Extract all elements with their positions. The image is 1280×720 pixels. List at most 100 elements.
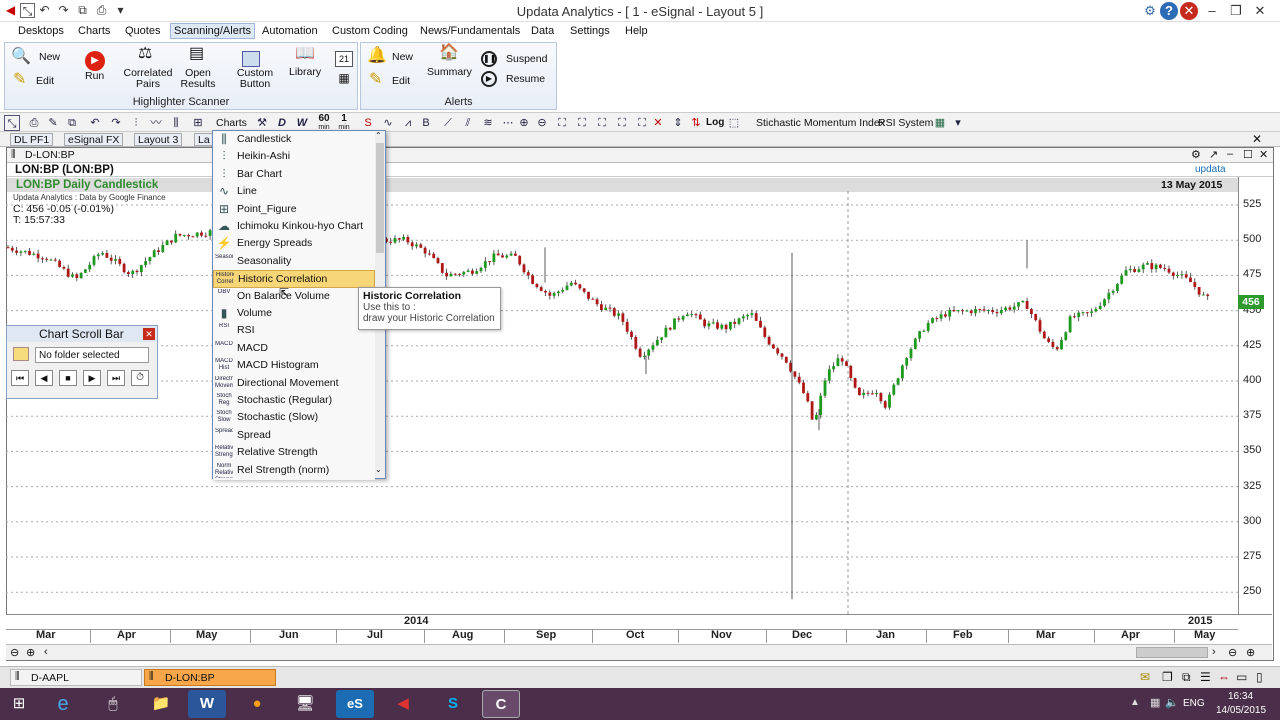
clock-time[interactable]: 16:34: [1228, 691, 1253, 702]
scroll-zoom-out-icon[interactable]: ⊖: [1228, 646, 1237, 659]
internet-explorer-icon[interactable]: e: [44, 690, 82, 718]
cross-icon[interactable]: ✕: [650, 115, 666, 131]
notes-icon[interactable]: ▭: [1236, 670, 1247, 684]
chart-type-item[interactable]: ⊞ Point_Figure: [213, 201, 375, 218]
scale-icon[interactable]: ⇕: [670, 115, 686, 131]
tab-dl-pf1[interactable]: DL PF1: [10, 133, 54, 146]
open-results-button[interactable]: Open Results: [175, 68, 221, 90]
select-tool-icon[interactable]: ⤡: [4, 115, 20, 131]
clock-date[interactable]: 14/05/2015: [1216, 705, 1266, 716]
envelope-icon[interactable]: ✉: [1140, 670, 1150, 684]
chart-type-item[interactable]: MACD MACD: [213, 340, 375, 357]
window-tile-icon[interactable]: ❐: [1162, 670, 1173, 684]
skype-icon[interactable]: S: [434, 690, 472, 718]
zoom-out-icon[interactable]: ⊖: [534, 115, 550, 131]
orange-app-icon[interactable]: ●: [238, 690, 276, 718]
pan-icon[interactable]: ⛶: [634, 115, 650, 131]
dropdown-scroll-up-icon[interactable]: ⌃: [375, 131, 382, 140]
suspend-button[interactable]: Suspend: [506, 54, 547, 65]
chart-type-item[interactable]: ⚡ Energy Spreads: [213, 235, 375, 252]
horizontal-scrollbar-thumb[interactable]: [1136, 647, 1208, 658]
copy-chart-icon[interactable]: ⧉: [64, 115, 80, 131]
chart-type-item[interactable]: Norm Relative Strength Rel Strength (norm…: [213, 462, 375, 479]
minimize-icon[interactable]: –: [1203, 2, 1221, 20]
doc-tab-aapl[interactable]: ⫼ D-AAPL: [10, 669, 142, 686]
close-icon[interactable]: ✕: [1251, 2, 1269, 20]
menu-desktops[interactable]: Desktops: [16, 25, 66, 37]
tabs-close-icon[interactable]: ✕: [1252, 132, 1262, 146]
stop-icon[interactable]: ■: [59, 370, 77, 386]
word-icon[interactable]: W: [188, 690, 226, 718]
chart-type-item[interactable]: Historic CorrelHistoric Correlation: [213, 270, 375, 288]
chart-settings-icon[interactable]: ⚙: [1191, 148, 1201, 161]
chart-type-item[interactable]: RSI RSI: [213, 322, 375, 339]
window-list-icon[interactable]: ☰: [1200, 670, 1211, 684]
chart-share-icon[interactable]: ↗: [1209, 148, 1218, 161]
chart-type-item[interactable]: Stoch Slow Stochastic (Slow): [213, 409, 375, 426]
next-icon[interactable]: ▶: [83, 370, 101, 386]
tray-volume-icon[interactable]: 🔈: [1165, 696, 1179, 709]
summary-button[interactable]: Summary: [427, 67, 472, 78]
correlated-pairs-button[interactable]: Correlated Pairs: [123, 68, 173, 90]
study-s-icon[interactable]: S: [360, 115, 376, 131]
alert-new-button[interactable]: New: [392, 52, 413, 63]
timer-icon[interactable]: ⏱: [131, 370, 149, 386]
esignal-icon[interactable]: eS: [336, 690, 374, 718]
run-button[interactable]: Run: [85, 71, 104, 82]
arrows-icon[interactable]: ⇅: [688, 115, 704, 131]
pointer-icon[interactable]: ⬚: [726, 115, 742, 131]
bar-style-icon[interactable]: ⫶: [128, 115, 144, 131]
toolbar-more-icon[interactable]: ▾: [950, 115, 966, 131]
calendar-icon[interactable]: 21: [335, 51, 353, 67]
chart-type-item[interactable]: ▮ Volume: [213, 305, 375, 322]
dropdown-scroll-down-icon[interactable]: ⌄: [375, 465, 382, 474]
chart-type-item[interactable]: ⫼ Candlestick: [213, 131, 375, 148]
menu-charts[interactable]: Charts: [76, 25, 112, 37]
menu-settings[interactable]: Settings: [568, 25, 612, 37]
menu-quotes[interactable]: Quotes: [123, 25, 162, 37]
rsi-system-button[interactable]: RSI System: [878, 117, 933, 129]
folder-select[interactable]: No folder selected: [35, 347, 149, 363]
alert-edit-button[interactable]: Edit: [392, 76, 410, 87]
navigate-icon[interactable]: ⇔: [1218, 670, 1230, 684]
candle-style-icon[interactable]: ⫼: [168, 115, 184, 131]
trendline-icon[interactable]: ⟋: [440, 115, 456, 131]
print-chart-icon[interactable]: ⎙: [26, 115, 42, 131]
help-icon[interactable]: ?: [1160, 2, 1178, 20]
timeframe-day-icon[interactable]: D: [274, 115, 290, 131]
zoom-in-icon[interactable]: ⊕: [516, 115, 532, 131]
chart-type-item[interactable]: ⫶ Heikin-Ashi: [213, 148, 375, 165]
menu-scanning-alerts[interactable]: Scanning/Alerts: [170, 23, 256, 39]
restore-icon[interactable]: ❐: [1227, 2, 1245, 20]
line-style-icon[interactable]: 〰: [148, 115, 164, 131]
tab-layout-3[interactable]: Layout 3: [134, 133, 183, 146]
tab-esignal-fx[interactable]: eSignal FX: [64, 133, 124, 146]
study-b-icon[interactable]: B: [418, 115, 434, 131]
settings-icon[interactable]: ⚙: [1141, 2, 1159, 20]
charts-dropdown-button[interactable]: Charts: [216, 117, 247, 129]
scroll-left-icon[interactable]: ‹: [44, 646, 48, 658]
new-page-icon[interactable]: ▯: [1256, 670, 1263, 684]
tray-arrow-icon[interactable]: ▲: [1130, 697, 1140, 708]
expand-icon[interactable]: ⛶: [594, 115, 610, 131]
study-trend-icon[interactable]: ⩘: [400, 115, 416, 131]
chart-minimize-icon[interactable]: –: [1227, 148, 1233, 160]
chart-type-item[interactable]: Stoch Reg Stochastic (Regular): [213, 392, 375, 409]
scanner-new-button[interactable]: New: [39, 52, 60, 63]
compress-icon[interactable]: ⛶: [614, 115, 630, 131]
system-grid-icon[interactable]: ▦: [932, 115, 948, 131]
chart-type-item[interactable]: Spread Spread: [213, 427, 375, 444]
last-icon[interactable]: ⏭: [107, 370, 125, 386]
tab-layout-extra[interactable]: La: [194, 133, 214, 146]
menu-custom-coding[interactable]: Custom Coding: [330, 25, 410, 37]
price-axis[interactable]: 525 500 475 450 425 400 375 350 325 300 275 250: [1238, 177, 1272, 614]
tools-icon[interactable]: ⚒: [254, 115, 270, 131]
dropdown-scroll-thumb[interactable]: [376, 143, 384, 253]
log-scale-button[interactable]: Log: [706, 117, 724, 128]
updata-taskbar-icon[interactable]: ◀: [384, 690, 422, 718]
chart-close-icon[interactable]: ✕: [1259, 148, 1268, 161]
custom-button[interactable]: Custom Button: [231, 68, 279, 90]
chart-type-item[interactable]: ∿ Line: [213, 183, 375, 200]
windows-start-icon[interactable]: ⊞: [0, 690, 38, 718]
active-app-icon[interactable]: C: [482, 690, 520, 718]
